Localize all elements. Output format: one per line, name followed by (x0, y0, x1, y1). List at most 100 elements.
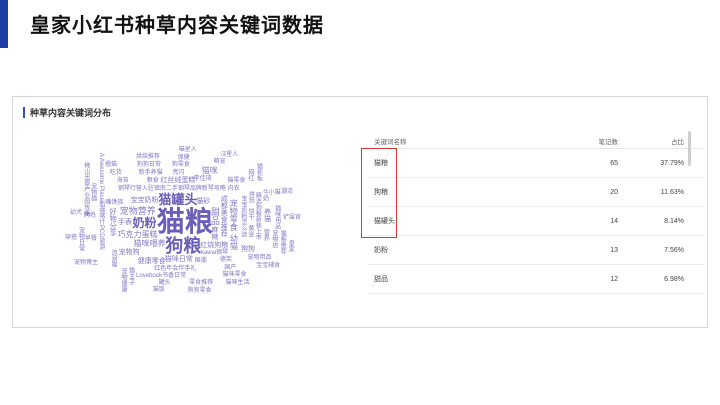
cell-notes: 65 (610, 159, 618, 167)
word-cloud-keyword: 饼干 (247, 208, 254, 221)
word-cloud-keyword: 成都美食推荐 (220, 195, 228, 238)
word-cloud-keyword: 李佳琦 (193, 176, 212, 183)
word-cloud-keyword: 好物分享 (109, 207, 117, 236)
word-cloud-keyword: 亮闪 (172, 170, 185, 177)
word-cloud-keyword: 早餐 (84, 235, 97, 242)
word-cloud-keyword: 狗狗零食 (187, 288, 212, 295)
cell-share: 7.56% (664, 246, 684, 254)
word-cloud-keyword: 红丝绒蛋糕 (160, 177, 196, 185)
word-cloud-keyword: 零食推荐 (189, 280, 214, 287)
word-cloud-keyword: 猫粮 (156, 205, 213, 237)
cell-share: 8.14% (664, 217, 684, 225)
word-cloud-keyword: 铲屎官 (282, 214, 301, 221)
word-cloud-keyword: 猫咪日常 (164, 256, 193, 264)
word-cloud-keyword: 梯山出察产业园攻略 (82, 162, 89, 217)
table-row: 甜品 12 6.98% (368, 265, 704, 294)
word-cloud-keyword: 猫咪生活 (225, 279, 250, 286)
cell-share: 11.63% (660, 188, 684, 196)
word-cloud-keyword: 宠物健康 (120, 268, 127, 293)
word-cloud-keyword: 养猫 (263, 208, 271, 223)
word-cloud-keyword: 宠物营养 (119, 205, 156, 216)
word-cloud-keyword: 海苔 (116, 178, 129, 185)
word-cloud-keyword: 网红 (246, 169, 253, 182)
table-row: 奶粉 13 7.56% (368, 236, 704, 265)
header-share: 占比 (671, 138, 684, 146)
cell-notes: 20 (610, 188, 618, 196)
word-cloud-keyword: 牛奶 (261, 188, 268, 201)
table-header-row: 关键词名称 笔记数 占比 (368, 133, 704, 149)
word-cloud-keyword: 巧克力蛋糕 (117, 229, 158, 239)
word-cloud-keyword: 萌宠 (213, 159, 226, 166)
word-cloud-keyword: 麻辣 (210, 225, 218, 240)
word-cloud-keyword: 新手养猫 (138, 169, 163, 176)
word-cloud-keyword: 猫主子 (127, 266, 134, 285)
word-cloud-keyword: 狗粮 (165, 236, 202, 257)
word-cloud-keyword: 小猫 (268, 190, 281, 197)
word-cloud-keyword: 奶粉 (132, 216, 157, 231)
word-cloud-keyword: 潮流 (280, 189, 293, 196)
word-cloud-keyword: 宠物日常 (77, 227, 84, 252)
word-cloud-keyword: 甜品 (209, 207, 220, 226)
cell-keyword: 狗粮 (374, 189, 388, 196)
cell-keyword: 奶粉 (374, 247, 388, 254)
word-cloud-keyword: 幼犬 (69, 209, 82, 216)
word-cloud-keyword: 手表 (118, 218, 133, 226)
table-row: 猫罐头 14 8.14% (368, 207, 704, 236)
word-cloud-keyword: 猫咪用品 (273, 204, 280, 229)
keyword-table: 关键词名称 笔记数 占比 猫粮 65 37.79% 狗粮 20 11.63% 猫… (368, 133, 704, 294)
word-cloud-keyword: 德芙 (219, 257, 232, 264)
word-cloud-keyword: 宠物猫 (89, 183, 96, 202)
word-cloud-keyword: 红烧狗粮 (200, 241, 229, 249)
table-row: 狗粮 20 11.63% (368, 178, 704, 207)
word-cloud-keyword: 精选狗粮新装上市 (254, 192, 261, 241)
cell-notes: 12 (610, 275, 618, 283)
word-cloud-keyword: 猫零食 (227, 177, 246, 184)
table-scrollbar[interactable] (688, 131, 691, 166)
word-cloud-keyword: 保健 (177, 154, 190, 161)
word-cloud-keyword: 钢琴行营入驻镇南二手钢琴品牌新琴攻略 内衣 (117, 185, 240, 192)
word-cloud-keyword: 粮食 (146, 177, 159, 184)
word-cloud-keyword: 猫咪喂养 (133, 238, 166, 248)
word-cloud-keyword: 宝宝辅食 (256, 263, 281, 269)
word-cloud-keyword: 烘焙推荐 (135, 154, 160, 161)
word-cloud-keyword: 国产 (224, 264, 237, 271)
word-cloud-keyword: 撸猫 (104, 162, 117, 169)
word-cloud-keyword: 喵星人 (178, 147, 197, 154)
cell-keyword: 猫粮 (374, 160, 388, 167)
word-cloud-keyword: 狗狗日常 (136, 162, 161, 169)
cell-notes: 14 (610, 217, 618, 225)
word-cloud-keyword: A Awesome Place新疆喀什PCD旅游 (97, 152, 104, 250)
word-cloud-keyword: 幼猫 (229, 233, 239, 250)
word-cloud-keyword: 猫咪 (201, 166, 218, 176)
word-cloud-keyword: 宝宝奶粉怎么选 (239, 194, 246, 237)
cell-notes: 13 (610, 246, 618, 254)
keyword-panel: 种草内容关键词分布 猫粮 狗粮 猫罐头 奶粉 甜品 宠物营养 巧克力蛋糕 成都美食推荐 钢琴行营… (12, 96, 708, 328)
word-cloud-keyword: 流浪猫 (110, 248, 117, 267)
word-cloud-keyword: 罐头 (158, 280, 171, 287)
word-cloud-keyword: 宠物用品 (247, 255, 272, 262)
word-cloud-keyword: 烘焙 (247, 191, 254, 204)
word-cloud-keyword: 猫饭 (152, 287, 165, 294)
word-cloud-keyword: 宠物博主 (74, 260, 99, 267)
word-cloud-keyword: 红色年会伴手礼 (154, 265, 197, 272)
word-cloud-keyword: 猫咪零食 (222, 272, 247, 279)
slide-title: 皇家小红书种草内容关键词数据 (30, 15, 324, 37)
word-cloud-keyword: Lovebook书香日常 (136, 273, 187, 280)
header-notes: 笔记数 (598, 138, 619, 146)
word-cloud-keyword: 皇家 (287, 239, 294, 252)
title-accent-bar (0, 0, 8, 48)
cell-keyword: 猫罐头 (374, 218, 395, 225)
table-row: 猫粮 65 37.79% (368, 149, 704, 178)
word-cloud-keyword: 穿搭 (65, 234, 78, 241)
header-keyword: 关键词名称 (374, 138, 407, 146)
word-cloud-keyword: kawai钢琴 (200, 250, 229, 257)
word-cloud-keyword: 狗零食 (171, 162, 190, 169)
panel-header: 种草内容关键词分布 (23, 106, 111, 118)
word-cloud-keyword: 猫罐头 (158, 191, 198, 207)
word-cloud-keyword: 吃货 (109, 169, 122, 176)
cell-share: 37.79% (660, 159, 684, 167)
word-cloud-keyword: 宠物狗 (118, 248, 140, 256)
word-cloud-keyword: 嘴馋族 (105, 199, 124, 206)
word-cloud-keyword: 猫粮推荐 (279, 230, 286, 255)
panel-title-marker (23, 106, 25, 118)
